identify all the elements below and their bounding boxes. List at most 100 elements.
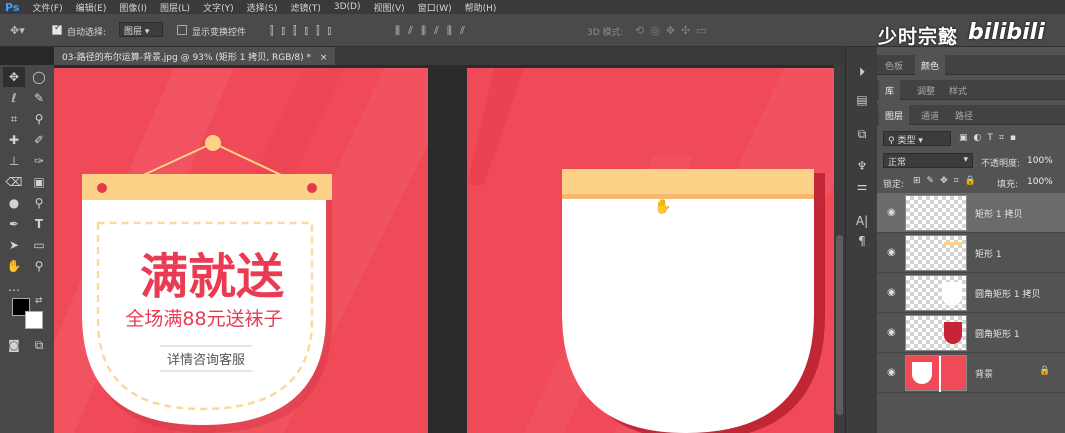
menu-filter[interactable]: 滤镜(T)	[285, 1, 329, 14]
artwork-headline: 满就送	[140, 249, 284, 305]
layer-name: 圆角矩形 1	[975, 330, 1020, 340]
clone-source-icon[interactable]: ⧉	[853, 127, 871, 145]
layer-name: 矩形 1 拷贝	[975, 210, 1023, 220]
color-panel-tabs: 色板 颜色	[877, 55, 1065, 76]
menu-type[interactable]: 文字(Y)	[198, 1, 242, 14]
dodge-tool-icon[interactable]: ⚲	[28, 193, 50, 213]
history-panel-icon[interactable]: ⏵	[853, 65, 871, 83]
layer-row[interactable]: ◉ 背景 🔒	[877, 353, 1065, 393]
menu-3d[interactable]: 3D(D)	[329, 2, 369, 12]
layer-kind-filter[interactable]: ⚲ 类型 ▾	[883, 131, 951, 146]
path-select-tool-icon[interactable]: ➤	[3, 235, 25, 255]
artwork-subline: 全场满88元送袜子	[125, 308, 282, 330]
canvas-area[interactable]: 满就送 全场满88元送袜子 详情咨询客服 ✋	[54, 65, 834, 433]
layer-thumbnail	[905, 315, 967, 351]
layer-thumbnail	[905, 275, 967, 311]
lasso-tool-icon[interactable]: ℓ	[3, 88, 25, 108]
tab-layers[interactable]: 图层	[879, 105, 910, 126]
visibility-eye-icon[interactable]: ◉	[887, 207, 896, 218]
lock-icons[interactable]: ⊞✎✥⌗🔒	[913, 176, 982, 186]
opacity-value[interactable]: 100%	[1027, 156, 1053, 166]
marquee-tool-icon[interactable]: ◯	[28, 67, 50, 87]
rectangle-tool-icon[interactable]: ▭	[28, 235, 50, 255]
tab-styles[interactable]: 样式	[949, 84, 967, 97]
layer-row[interactable]: ◉ 圆角矩形 1 拷贝	[877, 273, 1065, 313]
move-tool-icon[interactable]: ✥▾	[10, 24, 25, 37]
tab-color[interactable]: 颜色	[915, 55, 946, 76]
scrollbar-thumb[interactable]	[836, 235, 843, 415]
more-tools-icon[interactable]: …	[3, 277, 25, 297]
watermark-text: 少时宗懿	[878, 26, 959, 48]
fill-label: 填充:	[997, 180, 1019, 190]
visibility-eye-icon[interactable]: ◉	[887, 367, 896, 378]
panel-icon-strip: ⏵ ▤ ⧉ ♆ ⚌ A| ¶	[845, 47, 877, 433]
3d-mode-icons[interactable]: ⟲◎✥✣▭	[635, 24, 713, 37]
tab-libraries[interactable]: 库	[879, 80, 901, 101]
hand-tool-icon[interactable]: ✋	[3, 256, 25, 276]
screen-mode-icon[interactable]: ⧉	[28, 335, 50, 355]
menu-help[interactable]: 帮助(H)	[460, 1, 505, 14]
healing-tool-icon[interactable]: ✚	[3, 130, 25, 150]
close-tab-icon[interactable]: ×	[320, 53, 328, 63]
quick-mask-icon[interactable]: ◙	[3, 335, 25, 355]
brush-settings-icon[interactable]: ♆	[853, 159, 871, 177]
document-tab[interactable]: 03-路径的布尔运算-背景.jpg @ 93% (矩形 1 拷贝, RGB/8)…	[54, 47, 336, 65]
menu-layer[interactable]: 图层(L)	[155, 1, 198, 14]
toolbox: ✥ ◯ ℓ ✎ ⌗ ⚲ ✚ ✐ ⊥ ✑ ⌫ ▣ ● ⚲ ✒ T ➤ ▭ ✋ ⚲ …	[0, 65, 54, 433]
layer-row[interactable]: ◉ 圆角矩形 1	[877, 313, 1065, 353]
menu-select[interactable]: 选择(S)	[242, 1, 286, 14]
tab-paths[interactable]: 路径	[955, 109, 973, 122]
history-brush-icon[interactable]: ✑	[28, 151, 50, 171]
lock-label: 锁定:	[883, 180, 905, 190]
background-color-swatch[interactable]	[25, 311, 43, 329]
fill-value[interactable]: 100%	[1027, 177, 1053, 187]
filter-icons[interactable]: ▣◐T⌗▪	[959, 133, 1022, 143]
crop-tool-icon[interactable]: ⌗	[3, 109, 25, 129]
eraser-tool-icon[interactable]: ⌫	[3, 172, 25, 192]
library-panel-tabs: 库 调整 样式	[877, 80, 1065, 101]
character-panel-icon[interactable]: A|	[853, 214, 871, 232]
layers-panel-tabs: 图层 通道 路径	[877, 105, 1065, 126]
adjust-icon[interactable]: ⚌	[853, 179, 871, 197]
menu-window[interactable]: 窗口(W)	[413, 1, 460, 14]
layer-row[interactable]: ◉ 矩形 1	[877, 233, 1065, 273]
layer-thumbnail	[905, 235, 967, 271]
layer-name: 背景	[975, 370, 994, 380]
visibility-eye-icon[interactable]: ◉	[887, 287, 896, 298]
quick-select-tool-icon[interactable]: ✎	[28, 88, 50, 108]
canvas-artwork: 满就送 全场满88元送袜子 详情咨询客服 ✋	[54, 68, 834, 433]
right-panels: 色板 颜色 库 调整 样式 图层 通道 路径 ⚲ 类型 ▾ ▣◐T⌗▪ 正常 ▾ …	[877, 47, 1065, 433]
properties-panel-icon[interactable]: ▤	[853, 93, 871, 111]
tab-swatches[interactable]: 色板	[885, 59, 903, 72]
menu-view[interactable]: 视图(V)	[369, 1, 413, 14]
eyedropper-tool-icon[interactable]: ⚲	[28, 109, 50, 129]
auto-select-dropdown[interactable]: 图层 ▾	[119, 22, 163, 37]
zoom-tool-icon[interactable]: ⚲	[28, 256, 50, 276]
show-transform-checkbox[interactable]	[177, 25, 187, 35]
menu-edit[interactable]: 编辑(E)	[71, 1, 115, 14]
layer-name: 圆角矩形 1 拷贝	[975, 290, 1041, 300]
brush-tool-icon[interactable]: ✐	[28, 130, 50, 150]
swap-colors-icon[interactable]: ⇄	[35, 296, 43, 306]
vertical-scrollbar[interactable]	[834, 65, 845, 433]
stamp-tool-icon[interactable]: ⊥	[3, 151, 25, 171]
visibility-eye-icon[interactable]: ◉	[887, 327, 896, 338]
layer-row[interactable]: ◉ 矩形 1 拷贝	[877, 193, 1065, 233]
menu-image[interactable]: 图像(I)	[114, 1, 155, 14]
tab-adjustments[interactable]: 调整	[917, 84, 935, 97]
auto-select-checkbox[interactable]	[52, 23, 62, 35]
paragraph-panel-icon[interactable]: ¶	[853, 234, 871, 252]
pen-tool-icon[interactable]: ✒	[3, 214, 25, 234]
align-icons[interactable]: ⫿⫾⫿⫾⫿⫾	[270, 24, 339, 38]
visibility-eye-icon[interactable]: ◉	[887, 247, 896, 258]
blend-mode-dropdown[interactable]: 正常 ▾	[883, 153, 973, 168]
right-artboard	[467, 68, 834, 433]
move-tool-icon[interactable]: ✥	[3, 67, 25, 87]
layer-thumbnail	[905, 195, 967, 231]
type-tool-icon[interactable]: T	[28, 214, 50, 234]
tab-channels[interactable]: 通道	[921, 109, 939, 122]
blur-tool-icon[interactable]: ●	[3, 193, 25, 213]
gradient-tool-icon[interactable]: ▣	[28, 172, 50, 192]
menu-file[interactable]: 文件(F)	[27, 1, 70, 14]
distribute-icons[interactable]: ⫼⫽⫼⫽⫼⫽	[395, 24, 473, 38]
